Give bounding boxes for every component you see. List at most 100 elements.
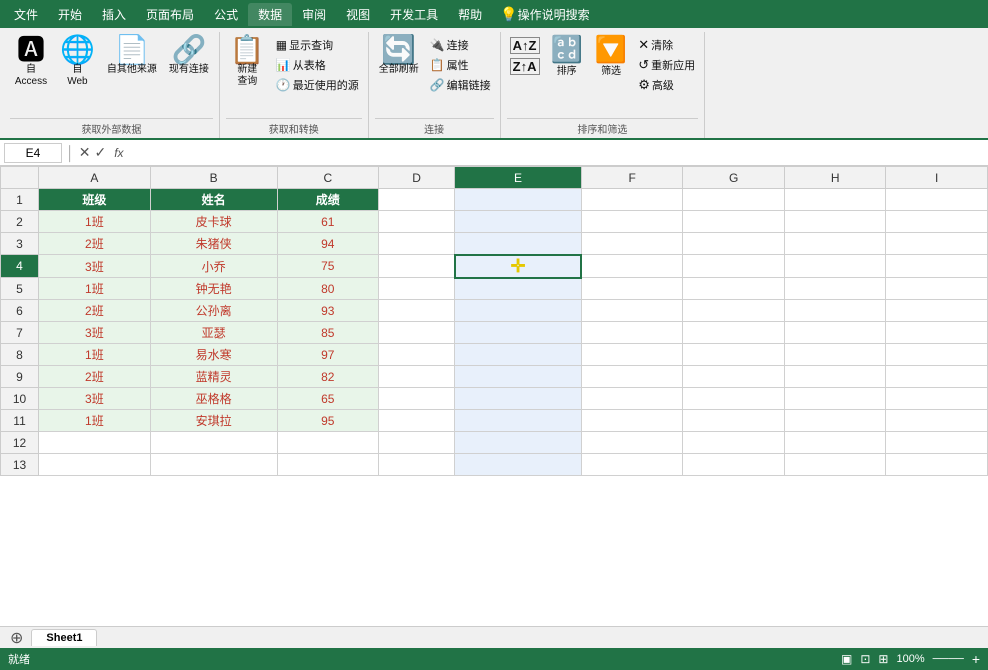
cell-E2[interactable] bbox=[455, 211, 582, 233]
cell-C11[interactable]: 95 bbox=[277, 410, 378, 432]
add-sheet-button[interactable]: ⊕ bbox=[4, 628, 29, 648]
cell-C13[interactable] bbox=[277, 454, 378, 476]
cell-B1[interactable]: 姓名 bbox=[150, 189, 277, 211]
cell-C9[interactable]: 82 bbox=[277, 366, 378, 388]
cell-H8[interactable] bbox=[784, 344, 885, 366]
cell-I11[interactable] bbox=[886, 410, 988, 432]
cell-G6[interactable] bbox=[683, 300, 784, 322]
recent-source-button[interactable]: 🕐 最近使用的源 bbox=[273, 76, 362, 94]
cell-H5[interactable] bbox=[784, 278, 885, 300]
cell-G12[interactable] bbox=[683, 432, 784, 454]
view-normal-icon[interactable]: ▣ bbox=[841, 652, 852, 666]
cell-B12[interactable] bbox=[150, 432, 277, 454]
row-header-2[interactable]: 2 bbox=[1, 211, 39, 233]
cell-F8[interactable] bbox=[581, 344, 682, 366]
row-header-12[interactable]: 12 bbox=[1, 432, 39, 454]
cell-B11[interactable]: 安琪拉 bbox=[150, 410, 277, 432]
col-header-I[interactable]: I bbox=[886, 167, 988, 189]
view-page-icon[interactable]: ⊞ bbox=[878, 652, 888, 666]
cell-C6[interactable]: 93 bbox=[277, 300, 378, 322]
menu-item-home[interactable]: 开始 bbox=[48, 3, 92, 26]
cell-F1[interactable] bbox=[581, 189, 682, 211]
cell-H3[interactable] bbox=[784, 233, 885, 255]
cell-A1[interactable]: 班级 bbox=[39, 189, 151, 211]
cell-A6[interactable]: 2班 bbox=[39, 300, 151, 322]
col-header-C[interactable]: C bbox=[277, 167, 378, 189]
cell-E12[interactable] bbox=[455, 432, 582, 454]
cell-I6[interactable] bbox=[886, 300, 988, 322]
cell-I4[interactable] bbox=[886, 255, 988, 278]
cell-I13[interactable] bbox=[886, 454, 988, 476]
cell-A4[interactable]: 3班 bbox=[39, 255, 151, 278]
row-header-9[interactable]: 9 bbox=[1, 366, 39, 388]
cell-D2[interactable] bbox=[379, 211, 455, 233]
cell-E11[interactable] bbox=[455, 410, 582, 432]
cell-B9[interactable]: 蓝精灵 bbox=[150, 366, 277, 388]
menu-item-layout[interactable]: 页面布局 bbox=[136, 3, 204, 26]
col-header-F[interactable]: F bbox=[581, 167, 682, 189]
cell-C3[interactable]: 94 bbox=[277, 233, 378, 255]
row-header-5[interactable]: 5 bbox=[1, 278, 39, 300]
show-query-button[interactable]: ▦ 显示查询 bbox=[273, 36, 362, 54]
cell-F13[interactable] bbox=[581, 454, 682, 476]
cell-F3[interactable] bbox=[581, 233, 682, 255]
clear-button[interactable]: ✕ 清除 bbox=[635, 36, 698, 54]
cell-B4[interactable]: 小乔 bbox=[150, 255, 277, 278]
access-button[interactable]: 🅰 自Access bbox=[10, 34, 52, 90]
row-header-6[interactable]: 6 bbox=[1, 300, 39, 322]
new-query-button[interactable]: 📋 新建查询 bbox=[226, 34, 269, 90]
cell-D8[interactable] bbox=[379, 344, 455, 366]
cell-D5[interactable] bbox=[379, 278, 455, 300]
cell-H2[interactable] bbox=[784, 211, 885, 233]
cell-E13[interactable] bbox=[455, 454, 582, 476]
search-label[interactable]: 操作说明搜索 bbox=[518, 6, 590, 23]
cell-B7[interactable]: 亚瑟 bbox=[150, 322, 277, 344]
properties-button[interactable]: 📋 属性 bbox=[427, 56, 494, 74]
cell-I5[interactable] bbox=[886, 278, 988, 300]
cell-G8[interactable] bbox=[683, 344, 784, 366]
cell-F6[interactable] bbox=[581, 300, 682, 322]
col-header-E[interactable]: E bbox=[455, 167, 582, 189]
cell-G11[interactable] bbox=[683, 410, 784, 432]
formula-input[interactable] bbox=[132, 144, 984, 162]
cell-D9[interactable] bbox=[379, 366, 455, 388]
cell-A8[interactable]: 1班 bbox=[39, 344, 151, 366]
cell-G4[interactable] bbox=[683, 255, 784, 278]
row-header-8[interactable]: 8 bbox=[1, 344, 39, 366]
menu-item-insert[interactable]: 插入 bbox=[92, 3, 136, 26]
cell-G13[interactable] bbox=[683, 454, 784, 476]
cell-E9[interactable] bbox=[455, 366, 582, 388]
cell-G2[interactable] bbox=[683, 211, 784, 233]
cell-E1[interactable] bbox=[455, 189, 582, 211]
cell-E4[interactable]: ✛ bbox=[455, 255, 582, 278]
cell-D1[interactable] bbox=[379, 189, 455, 211]
cell-G7[interactable] bbox=[683, 322, 784, 344]
existing-connections-button[interactable]: 🔗 现有连接 bbox=[165, 34, 213, 78]
cell-B3[interactable]: 朱猪侠 bbox=[150, 233, 277, 255]
cell-C2[interactable]: 61 bbox=[277, 211, 378, 233]
edit-links-button[interactable]: 🔗 编辑链接 bbox=[427, 76, 494, 94]
cell-C4[interactable]: 75 bbox=[277, 255, 378, 278]
view-layout-icon[interactable]: ⊡ bbox=[860, 652, 870, 666]
row-header-13[interactable]: 13 bbox=[1, 454, 39, 476]
cell-reference-box[interactable] bbox=[4, 143, 62, 163]
cell-D12[interactable] bbox=[379, 432, 455, 454]
cell-H1[interactable] bbox=[784, 189, 885, 211]
confirm-icon[interactable]: ✓ bbox=[94, 144, 106, 161]
cell-E6[interactable] bbox=[455, 300, 582, 322]
cell-H13[interactable] bbox=[784, 454, 885, 476]
row-header-3[interactable]: 3 bbox=[1, 233, 39, 255]
cell-B6[interactable]: 公孙离 bbox=[150, 300, 277, 322]
cell-I10[interactable] bbox=[886, 388, 988, 410]
cell-E8[interactable] bbox=[455, 344, 582, 366]
cell-C10[interactable]: 65 bbox=[277, 388, 378, 410]
row-header-1[interactable]: 1 bbox=[1, 189, 39, 211]
cell-C7[interactable]: 85 bbox=[277, 322, 378, 344]
cell-H12[interactable] bbox=[784, 432, 885, 454]
sheet-tab-sheet1[interactable]: Sheet1 bbox=[31, 629, 97, 646]
cell-G3[interactable] bbox=[683, 233, 784, 255]
cell-A5[interactable]: 1班 bbox=[39, 278, 151, 300]
cell-G10[interactable] bbox=[683, 388, 784, 410]
cell-H11[interactable] bbox=[784, 410, 885, 432]
cell-A7[interactable]: 3班 bbox=[39, 322, 151, 344]
